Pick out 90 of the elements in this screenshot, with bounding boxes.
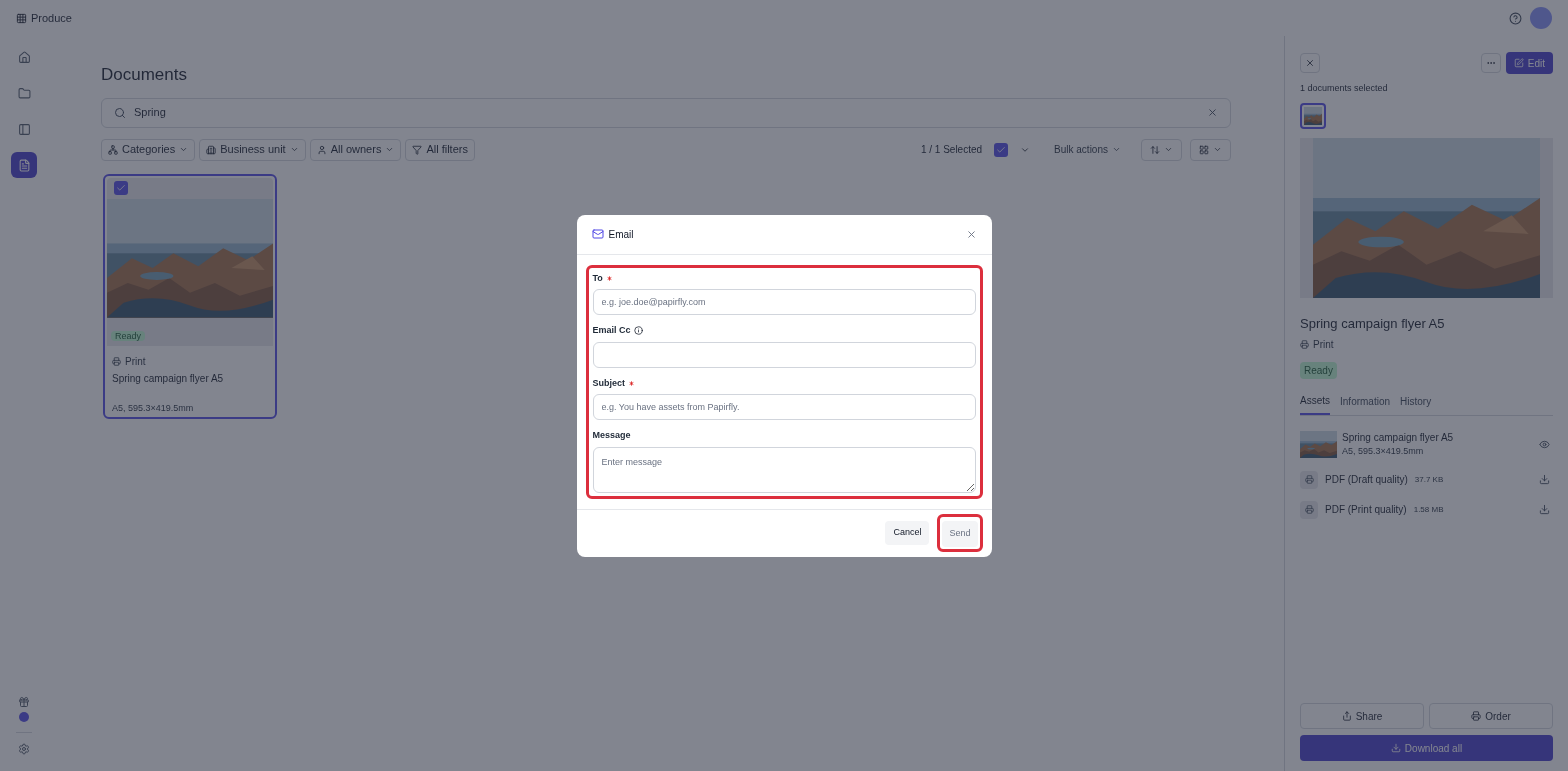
search-value: Spring — [134, 105, 167, 121]
filter-dropdown[interactable]: All filters — [405, 138, 475, 161]
asset-name: Spring campaign flyer A5 — [1342, 431, 1455, 445]
input-field[interactable]: e.g. You have assets from Papirfly. — [592, 394, 976, 420]
caret-icon — [385, 145, 395, 154]
cancel-button[interactable]: Cancel — [885, 521, 930, 545]
building-icon — [206, 144, 217, 155]
tab[interactable]: History — [1400, 393, 1432, 415]
document-title: Spring campaign flyer A5 — [112, 371, 225, 386]
check-icon — [116, 183, 126, 194]
download-icon[interactable] — [1539, 474, 1550, 485]
selection-summary: 1 documents selected — [1300, 82, 1389, 95]
field-label: Email Cc — [592, 324, 631, 337]
asset-size: A5, 595.3×419.5mm — [1342, 445, 1425, 458]
folder-icon — [17, 86, 31, 100]
edit-icon — [1513, 58, 1524, 68]
caret-icon — [179, 145, 189, 154]
checkbox[interactable] — [114, 181, 128, 196]
clear-icon[interactable] — [1207, 107, 1218, 118]
dialog-title: Email — [608, 227, 635, 242]
check-icon — [996, 144, 1007, 155]
order-button[interactable]: Order — [1429, 703, 1553, 729]
document-type: Print — [1300, 337, 1553, 352]
home-icon — [17, 50, 31, 64]
input-field[interactable]: e.g. joe.doe@papirfly.com — [592, 289, 976, 315]
close-button[interactable] — [1300, 53, 1320, 73]
caret-icon — [289, 145, 299, 154]
asset-size: 1.58 MB — [1413, 503, 1445, 516]
document-size: A5, 595.3×419.5mm — [112, 401, 195, 415]
field-label: To — [592, 271, 603, 285]
document-title: Spring campaign flyer A5 — [1300, 314, 1446, 333]
field-label: Message — [592, 429, 631, 442]
download-icon[interactable] — [1539, 504, 1550, 515]
view-button[interactable] — [1190, 138, 1231, 161]
document-type: Print — [112, 353, 268, 369]
page-title: Documents — [101, 64, 188, 86]
asset-name: PDF (Print quality) — [1325, 503, 1407, 517]
close-icon — [1305, 58, 1315, 68]
selection-count: 1 / 1 Selected — [920, 143, 983, 157]
avatar[interactable] — [1530, 7, 1552, 29]
download-icon — [1390, 743, 1401, 753]
bulk-actions-dropdown[interactable]: Bulk actions — [1046, 138, 1129, 161]
share-icon — [1341, 711, 1352, 721]
print-icon — [112, 356, 121, 366]
tab[interactable]: Information — [1340, 393, 1391, 415]
caret-icon — [1112, 145, 1121, 154]
share-button[interactable]: Share — [1300, 703, 1424, 729]
mail-icon — [591, 228, 604, 240]
tab[interactable]: Assets — [1300, 393, 1330, 415]
search-icon — [114, 106, 126, 119]
filter-dropdown[interactable]: Business unit — [199, 138, 306, 161]
preview-icon[interactable] — [1539, 438, 1550, 450]
filter-icon — [412, 144, 423, 155]
gift-icon[interactable] — [18, 696, 30, 708]
thumbnail[interactable] — [1300, 102, 1326, 129]
app-name: Produce — [31, 10, 72, 26]
download-all-button[interactable]: Download all — [1300, 735, 1553, 761]
document-card[interactable]: Ready Print Spring campaign flyer A5 A5, 595.3×419.5mm — [103, 173, 277, 419]
message-field[interactable]: Enter message — [592, 446, 976, 493]
user-icon — [316, 144, 327, 155]
edit-button[interactable]: Edit — [1505, 52, 1553, 74]
field-label: Subject — [592, 376, 625, 390]
caret-icon — [1213, 145, 1222, 154]
sort-button[interactable] — [1141, 138, 1182, 161]
print-icon — [1300, 340, 1309, 349]
info-icon[interactable] — [633, 326, 643, 336]
checkbox[interactable] — [994, 142, 1009, 157]
apps-icon[interactable] — [16, 12, 27, 24]
panel-icon — [17, 122, 31, 136]
status-badge: Ready — [111, 330, 145, 341]
document-icon — [17, 158, 31, 172]
help-icon[interactable] — [1509, 11, 1522, 25]
asset-size: 37.7 KB — [1414, 473, 1445, 486]
search-field[interactable]: Spring — [101, 97, 1231, 128]
caret-icon — [1164, 145, 1173, 154]
sort-icon — [1150, 144, 1160, 155]
filter-dropdown[interactable]: All owners — [309, 138, 402, 161]
asset-name: PDF (Draft quality) — [1325, 473, 1408, 487]
filter-dropdown[interactable]: Categories — [101, 138, 196, 161]
settings-icon[interactable] — [18, 743, 30, 755]
grid-icon — [1199, 144, 1209, 155]
input-field[interactable] — [592, 341, 976, 368]
more-button[interactable] — [1480, 53, 1501, 73]
close-icon[interactable] — [965, 228, 977, 240]
status-badge: Ready — [1300, 362, 1337, 379]
nav-item[interactable] — [11, 152, 37, 178]
file-icon — [1300, 470, 1318, 489]
hierarchy-icon — [108, 144, 118, 155]
file-icon — [1300, 500, 1318, 519]
print-icon — [1471, 711, 1482, 721]
